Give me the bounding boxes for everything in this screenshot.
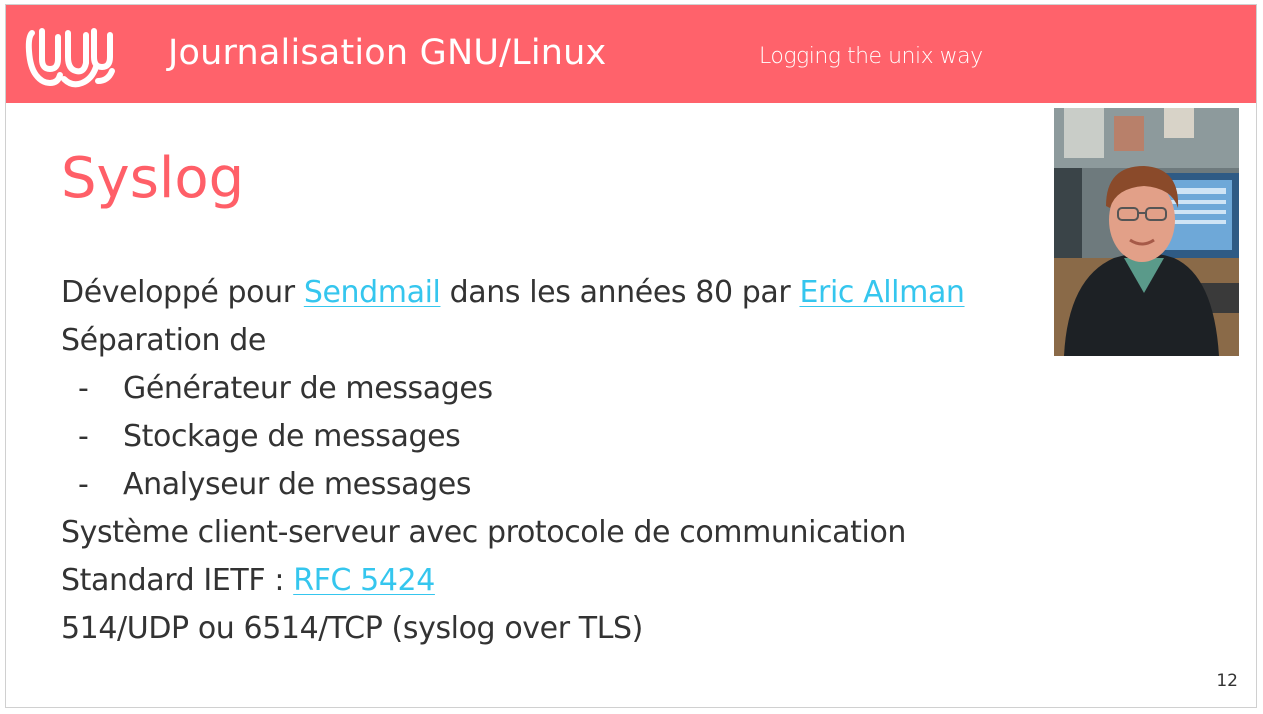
body-text: Standard IETF :: [61, 563, 294, 598]
body-text: dans les années 80 par: [440, 275, 800, 310]
bullet-dash: -: [78, 419, 89, 454]
bullet-item: - Analyseur de messages: [61, 461, 965, 509]
sendmail-link[interactable]: Sendmail: [304, 275, 441, 310]
page-number: 12: [1216, 671, 1238, 691]
eric-allman-link[interactable]: Eric Allman: [799, 275, 964, 310]
body-line-separation: Séparation de: [61, 323, 266, 358]
body-line-development: Développé pour Sendmail dans les années …: [61, 269, 965, 317]
slide-body: Développé pour Sendmail dans les années …: [61, 269, 965, 653]
body-line-ports: 514/UDP ou 6514/TCP (syslog over TLS): [61, 611, 643, 646]
slide: Journalisation GNU/Linux Logging the uni…: [5, 4, 1257, 708]
wave-logo-icon: [25, 28, 115, 88]
header-bar: Journalisation GNU/Linux Logging the uni…: [6, 5, 1256, 103]
bullet-dash: -: [78, 371, 89, 406]
header-title: Journalisation GNU/Linux: [168, 33, 607, 73]
body-line-standard: Standard IETF : RFC 5424: [61, 557, 965, 605]
body-text: Développé pour: [61, 275, 304, 310]
body-line-client-server: Système client-serveur avec protocole de…: [61, 515, 907, 550]
portrait-photo: [1054, 108, 1239, 356]
slide-title: Syslog: [61, 146, 245, 211]
bullet-dash: -: [78, 467, 89, 502]
header-subtitle: Logging the unix way: [759, 44, 983, 69]
bullet-item: - Générateur de messages: [61, 365, 965, 413]
rfc-5424-link[interactable]: RFC 5424: [293, 563, 435, 598]
bullet-text: Générateur de messages: [123, 371, 493, 406]
bullet-text: Stockage de messages: [123, 419, 461, 454]
bullet-text: Analyseur de messages: [123, 467, 472, 502]
bullet-item: - Stockage de messages: [61, 413, 965, 461]
